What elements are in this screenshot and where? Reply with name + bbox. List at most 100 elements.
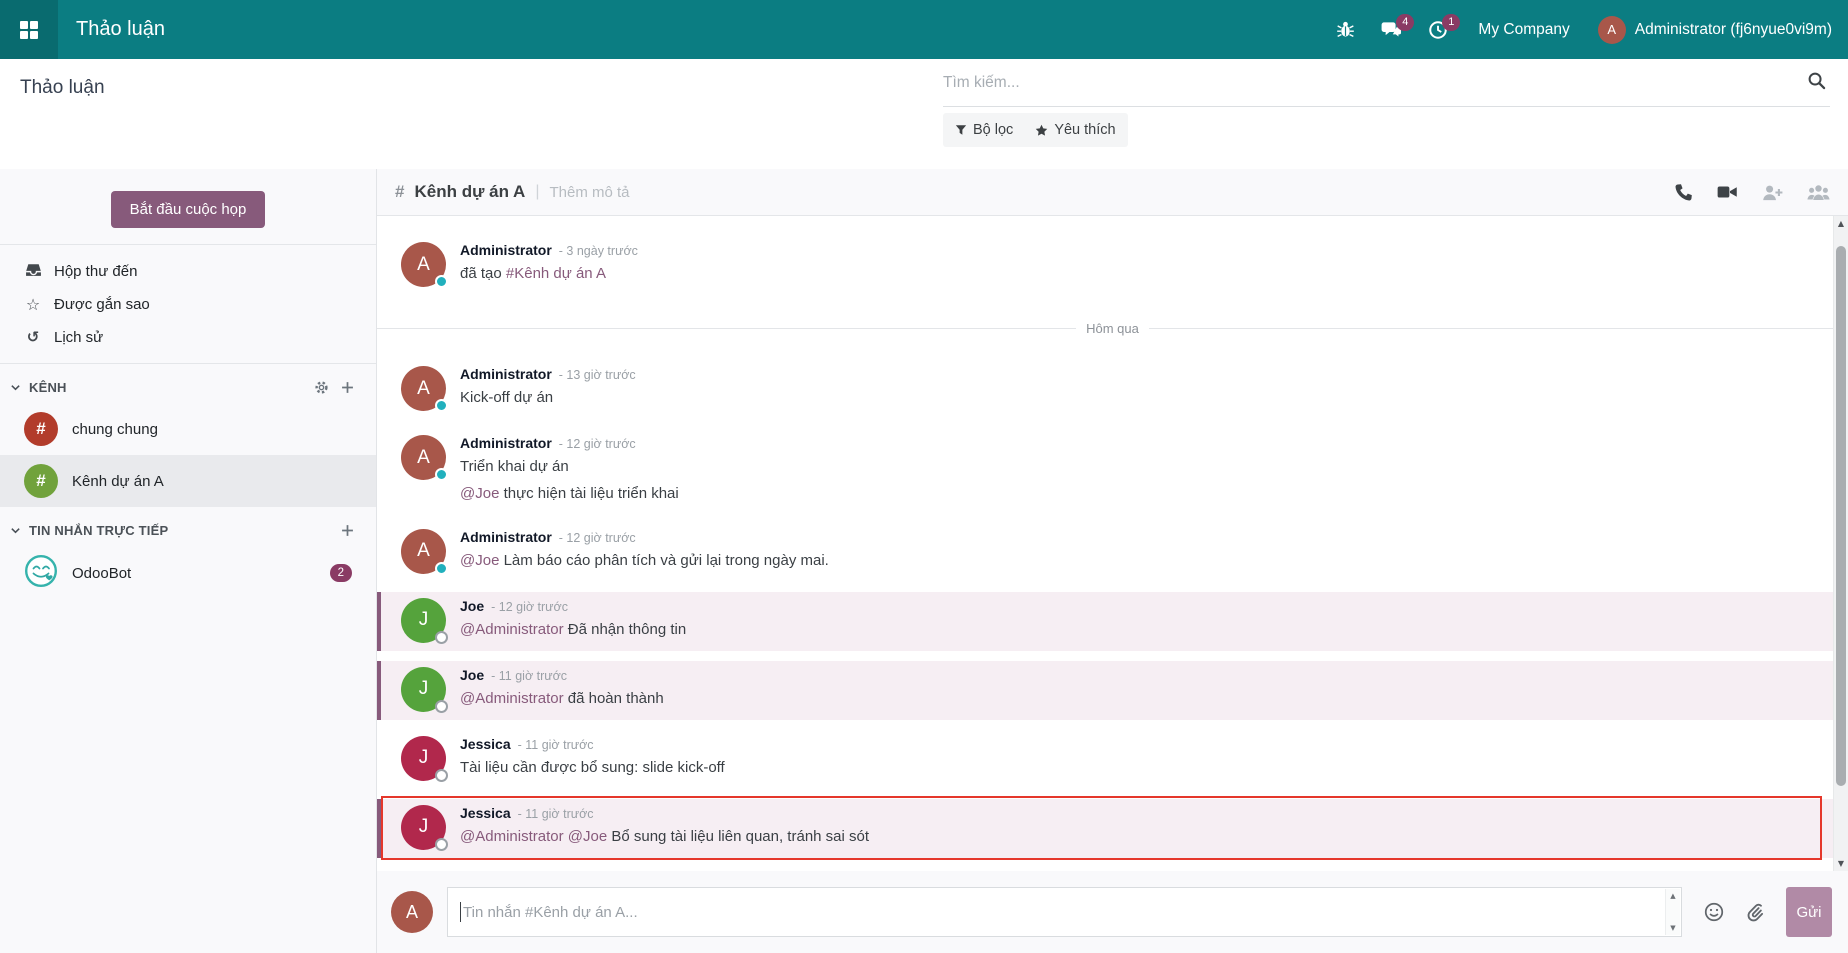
add-dm-plus-icon[interactable] <box>341 524 354 537</box>
avatar[interactable]: A <box>401 435 446 480</box>
phone-call-icon[interactable] <box>1674 183 1693 202</box>
avatar[interactable]: J <box>401 805 446 850</box>
message-time: - 13 giờ trước <box>559 368 636 382</box>
message-header: Joe- 12 giờ trước <box>460 598 686 614</box>
members-list-icon[interactable] <box>1807 183 1830 202</box>
message-header: Joe- 11 giờ trước <box>460 667 664 683</box>
filters-button[interactable]: Bộ lọc <box>955 122 1013 138</box>
search-icon[interactable] <box>1807 71 1826 95</box>
channel-name: Kênh dự án A <box>72 473 164 490</box>
emoji-icon[interactable] <box>1704 902 1724 922</box>
favorites-button[interactable]: Yêu thích <box>1035 122 1115 138</box>
mention-link[interactable]: @Administrator <box>460 828 564 845</box>
search-input[interactable] <box>943 74 1807 92</box>
avatar[interactable]: A <box>401 529 446 574</box>
activities-menu[interactable]: 1 <box>1418 12 1458 48</box>
message-row[interactable]: J Jessica- 11 giờ trước @Administrator @Jo… <box>377 799 1848 858</box>
message-author[interactable]: Joe <box>460 667 484 683</box>
scrollbar-up-arrow[interactable]: ▲ <box>1834 216 1848 231</box>
add-channel-plus-icon[interactable] <box>341 381 354 394</box>
message-author[interactable]: Administrator <box>460 242 552 258</box>
message-text: @Joe Làm báo cáo phân tích và gửi lại tr… <box>460 550 829 572</box>
add-member-icon[interactable] <box>1762 183 1783 202</box>
message-row[interactable]: A Administrator - 12 giờ trước Triển khai d… <box>377 429 1848 513</box>
message-body: Joe- 11 giờ trước@Administrator đã hoàn … <box>460 667 664 712</box>
star-icon: ☆ <box>24 295 42 314</box>
mention-link[interactable]: @Administrator <box>460 690 564 707</box>
status-dot-offline <box>435 700 448 713</box>
messages-scrollbar[interactable]: ▲ ▼ <box>1833 216 1848 871</box>
avatar[interactable]: A <box>401 366 446 411</box>
message-author[interactable]: Joe <box>460 598 484 614</box>
sidebar-item-history[interactable]: ↺Lịch sử <box>0 321 376 353</box>
dm-item-odoobot[interactable]: OdooBot2 <box>0 546 376 600</box>
message-body: Jessica- 11 giờ trướcTài liệu cần được b… <box>460 736 725 781</box>
message-author[interactable]: Jessica <box>460 805 511 821</box>
messages-menu[interactable]: 4 <box>1371 12 1412 48</box>
message-author[interactable]: Administrator <box>460 435 552 451</box>
sidebar-item-star[interactable]: ☆Được gắn sao <box>0 288 376 321</box>
mention-link[interactable]: @Joe <box>568 828 607 845</box>
systray: 4 1 My Company A Administrator (fj6nyue0… <box>1326 12 1848 48</box>
composer-scrollbar[interactable]: ▲▼ <box>1665 889 1680 935</box>
message-row[interactable]: JJoe- 11 giờ trước@Administrator đã hoàn… <box>377 661 1848 720</box>
debug-bug-icon[interactable] <box>1326 12 1365 47</box>
send-button[interactable]: Gửi <box>1786 887 1832 937</box>
message-list: AAdministrator- 3 ngày trướcđã tạo #Kênh… <box>377 216 1848 871</box>
dm-section-header[interactable]: TIN NHẮN TRỰC TIẾP <box>0 507 376 546</box>
attachment-paperclip-icon[interactable] <box>1746 902 1764 922</box>
discuss-sidebar: Bắt đầu cuộc họp Hộp thư đến ☆Được gắn sa… <box>0 169 377 953</box>
message-text: đã tạo #Kênh dự án A <box>460 263 638 285</box>
user-menu[interactable]: A Administrator (fj6nyue0vi9m) <box>1598 16 1832 44</box>
avatar[interactable]: J <box>401 736 446 781</box>
video-call-icon[interactable] <box>1717 183 1738 201</box>
start-meeting-button[interactable]: Bắt đầu cuộc họp <box>111 191 266 228</box>
apps-grid-icon <box>20 21 38 39</box>
sidebar-item-inbox[interactable]: Hộp thư đến <box>0 255 376 288</box>
message-time: - 12 giờ trước <box>559 437 636 451</box>
filter-row: Bộ lọc Yêu thích <box>943 113 1830 147</box>
text-segment: Tài liệu cần được bổ sung: slide kick-of… <box>460 759 725 776</box>
channel-item[interactable]: #Kênh dự án A <box>0 455 376 507</box>
channel-description-placeholder[interactable]: Thêm mô tả <box>549 184 629 201</box>
message-row[interactable]: J Joe- 12 giờ trước @Administrator Đã nhận… <box>377 592 1848 651</box>
message-row[interactable]: J Jessica- 11 giờ trướcTài liệu cần được … <box>377 730 1848 789</box>
avatar[interactable]: J <box>401 598 446 643</box>
message-row[interactable]: AAdministrator- 12 giờ trước@Joe Làm báo… <box>377 523 1848 582</box>
app-title[interactable]: Thảo luận <box>76 18 165 41</box>
channel-title[interactable]: Kênh dự án A <box>414 182 525 202</box>
message-input[interactable] <box>461 904 1681 921</box>
message-text: @Joe thực hiện tài liệu triển khai <box>460 483 679 505</box>
filters-label: Bộ lọc <box>973 122 1013 138</box>
message-header: Administrator - 12 giờ trước <box>460 435 679 451</box>
message-body: Administrator- 13 giờ trướcKick-off dự á… <box>460 366 636 411</box>
status-dot-offline <box>435 838 448 851</box>
message-row[interactable]: AAdministrator- 3 ngày trướcđã tạo #Kênh… <box>377 236 1848 295</box>
channel-settings-gear-icon[interactable] <box>314 380 329 395</box>
text-segment: Đã nhận thông tin <box>564 621 687 638</box>
message-author[interactable]: Administrator <box>460 366 552 382</box>
mention-link[interactable]: @Joe <box>460 552 499 569</box>
message-author[interactable]: Administrator <box>460 529 552 545</box>
company-switcher[interactable]: My Company <box>1464 21 1591 39</box>
channels-section-header[interactable]: KÊNH <box>0 364 376 403</box>
mention-link[interactable]: @Administrator <box>460 621 564 638</box>
sidebar-item-label: Hộp thư đến <box>54 263 137 280</box>
avatar[interactable]: J <box>401 667 446 712</box>
mention-link[interactable]: #Kênh dự án A <box>506 265 606 282</box>
message-text: Triển khai dự án <box>460 456 679 478</box>
channel-item[interactable]: #chung chung <box>0 403 376 455</box>
scrollbar-down-arrow[interactable]: ▼ <box>1834 856 1848 871</box>
date-divider: Hôm qua <box>377 321 1848 336</box>
scrollbar-thumb[interactable] <box>1836 246 1846 786</box>
apps-menu-button[interactable] <box>0 0 58 59</box>
thread-panel: # Kênh dự án A | Thêm mô tả <box>377 169 1848 953</box>
status-dot-online <box>435 399 448 412</box>
message-author[interactable]: Jessica <box>460 736 511 752</box>
message-header: Jessica- 11 giờ trước <box>460 805 869 821</box>
message-row[interactable]: AAdministrator- 13 giờ trướcKick-off dự … <box>377 360 1848 419</box>
channels-section-label: KÊNH <box>29 380 67 395</box>
mention-link[interactable]: @Joe <box>460 485 499 502</box>
avatar[interactable]: A <box>401 242 446 287</box>
message-body: Administrator - 12 giờ trước Triển khai dự… <box>460 435 679 505</box>
